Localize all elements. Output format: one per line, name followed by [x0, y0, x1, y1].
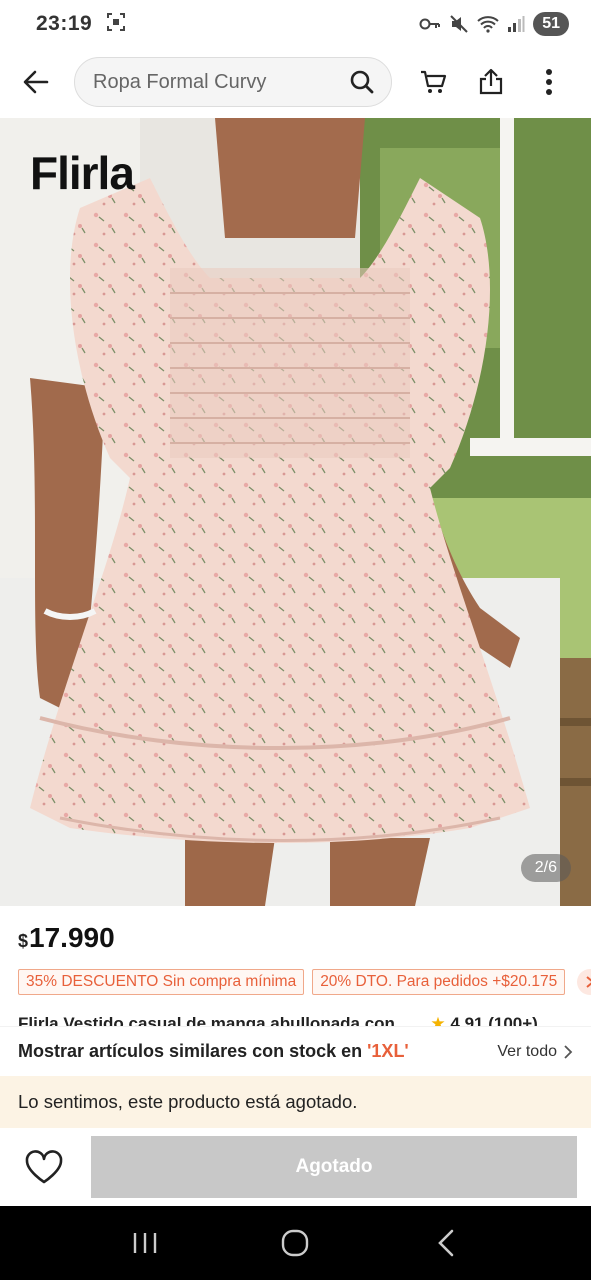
battery-badge: 51	[533, 12, 569, 36]
rating-value: 4.91	[450, 1014, 484, 1026]
price-currency: $	[18, 931, 29, 951]
heart-icon	[25, 1150, 63, 1184]
brand-logo: Flirla	[30, 147, 135, 199]
home-icon	[282, 1229, 309, 1257]
chevron-right-icon	[586, 976, 591, 988]
search-icon[interactable]	[349, 69, 375, 95]
product-image-carousel[interactable]: Flirla 2/6	[0, 118, 591, 906]
similar-items-size: '1XL'	[367, 1041, 409, 1061]
signal-icon	[507, 15, 525, 33]
back-button[interactable]	[0, 54, 72, 110]
status-time: 23:19	[36, 12, 93, 35]
chevron-right-icon	[564, 1044, 573, 1059]
mute-icon	[449, 14, 469, 34]
back-chevron-icon	[437, 1229, 454, 1257]
rating-count: (100+)	[488, 1014, 538, 1026]
image-counter: 2/6	[520, 854, 571, 882]
price-value: 17.990	[29, 922, 115, 953]
bottom-action-bar: Agotado	[0, 1128, 591, 1206]
screenshot-icon	[106, 12, 126, 37]
share-button[interactable]	[462, 54, 520, 110]
system-back-button[interactable]	[416, 1213, 476, 1273]
wishlist-button[interactable]	[22, 1145, 66, 1189]
price: $ 17.990	[18, 922, 115, 954]
coupons-more-button[interactable]	[577, 969, 591, 995]
product-title-row: Flirla Vestido casual de manga abullonad…	[18, 1014, 578, 1026]
similar-items-label: Mostrar artículos similares con stock en…	[18, 1041, 409, 1061]
sold-out-notice: Lo sentimos, este producto está agotado.	[0, 1076, 591, 1128]
recent-apps-button[interactable]	[115, 1213, 175, 1273]
coupon-tag[interactable]: 35% DESCUENTO Sin compra mínima	[18, 969, 305, 995]
search-bar[interactable]: Ropa Formal Curvy	[74, 57, 392, 107]
product-photo	[0, 118, 591, 906]
view-all-link[interactable]: Ver todo	[497, 1043, 573, 1061]
home-button[interactable]	[265, 1213, 325, 1273]
key-icon	[419, 16, 441, 32]
more-vertical-icon	[546, 69, 552, 95]
cart-icon	[421, 70, 447, 93]
coupon-tag[interactable]: 20% DTO. Para pedidos +$20.175	[312, 969, 566, 995]
search-input[interactable]: Ropa Formal Curvy	[93, 71, 349, 94]
more-button[interactable]	[520, 54, 578, 110]
coupon-row: 35% DESCUENTO Sin compra mínima 20% DTO.…	[18, 969, 591, 995]
system-nav-bar	[0, 1206, 591, 1280]
similar-items-bar[interactable]: Mostrar artículos similares con stock en…	[0, 1026, 591, 1076]
view-all-label: Ver todo	[497, 1042, 557, 1060]
product-title[interactable]: Flirla Vestido casual de manga abullonad…	[18, 1014, 395, 1026]
share-icon	[479, 68, 503, 95]
status-bar: 23:19 51	[0, 0, 591, 48]
sold-out-button[interactable]: Agotado	[91, 1136, 577, 1198]
top-app-bar: Ropa Formal Curvy	[0, 54, 591, 110]
cart-button[interactable]	[404, 54, 462, 110]
back-arrow-icon	[23, 70, 49, 94]
sold-out-text: Lo sentimos, este producto está agotado.	[18, 1091, 358, 1112]
wifi-icon	[477, 15, 499, 33]
recent-apps-icon	[133, 1233, 157, 1253]
star-icon: ★	[430, 1014, 446, 1026]
